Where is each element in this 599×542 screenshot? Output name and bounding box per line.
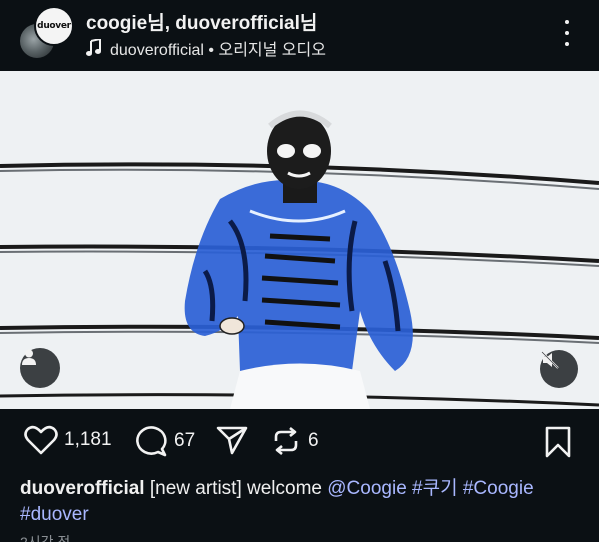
- comment-count[interactable]: 67: [174, 430, 195, 452]
- video-frame: [0, 71, 599, 409]
- heart-icon[interactable]: [24, 425, 58, 455]
- post-timestamp: 2시간 전: [20, 534, 71, 542]
- action-bar: 1,181 67 6: [0, 409, 599, 471]
- like-action[interactable]: 1,181: [24, 425, 112, 455]
- avatar-logo-text: duover: [37, 21, 71, 31]
- more-vertical-icon[interactable]: [556, 18, 578, 48]
- person-icon: [22, 349, 36, 365]
- comment-icon[interactable]: [134, 425, 168, 457]
- send-icon[interactable]: [216, 425, 248, 455]
- bookmark-icon[interactable]: [544, 426, 572, 458]
- post-video[interactable]: [0, 71, 599, 409]
- post-header: duover coogie님, duoverofficial님 duoverof…: [0, 0, 599, 71]
- tagged-users-button[interactable]: [20, 348, 60, 388]
- mute-toggle-button[interactable]: [540, 350, 578, 388]
- caption-text: [new artist] welcome: [149, 478, 322, 499]
- repost-action[interactable]: 6: [270, 425, 319, 457]
- repost-count[interactable]: 6: [308, 430, 319, 452]
- caption-mention[interactable]: @Coogie: [327, 478, 407, 499]
- avatar-duoverofficial[interactable]: duover: [34, 6, 74, 46]
- collab-avatars[interactable]: duover: [18, 6, 74, 62]
- like-count[interactable]: 1,181: [64, 429, 112, 451]
- speaker-muted-icon: [541, 351, 559, 369]
- post-authors[interactable]: coogie님, duoverofficial님: [86, 8, 317, 35]
- share-action[interactable]: [216, 425, 248, 455]
- post-caption: duoverofficial [new artist] welcome @Coo…: [20, 476, 585, 528]
- hashtag[interactable]: #Coogie: [463, 478, 534, 499]
- audio-link[interactable]: duoverofficial • 오리지널 오디오: [86, 37, 326, 59]
- music-note-icon: [86, 39, 101, 56]
- hashtag[interactable]: #쿠기: [412, 478, 458, 499]
- repost-icon[interactable]: [270, 425, 302, 457]
- comment-action[interactable]: 67: [134, 425, 195, 457]
- hashtag[interactable]: #duover: [20, 504, 89, 525]
- caption-username[interactable]: duoverofficial: [20, 478, 145, 499]
- audio-label: duoverofficial • 오리지널 오디오: [110, 42, 326, 59]
